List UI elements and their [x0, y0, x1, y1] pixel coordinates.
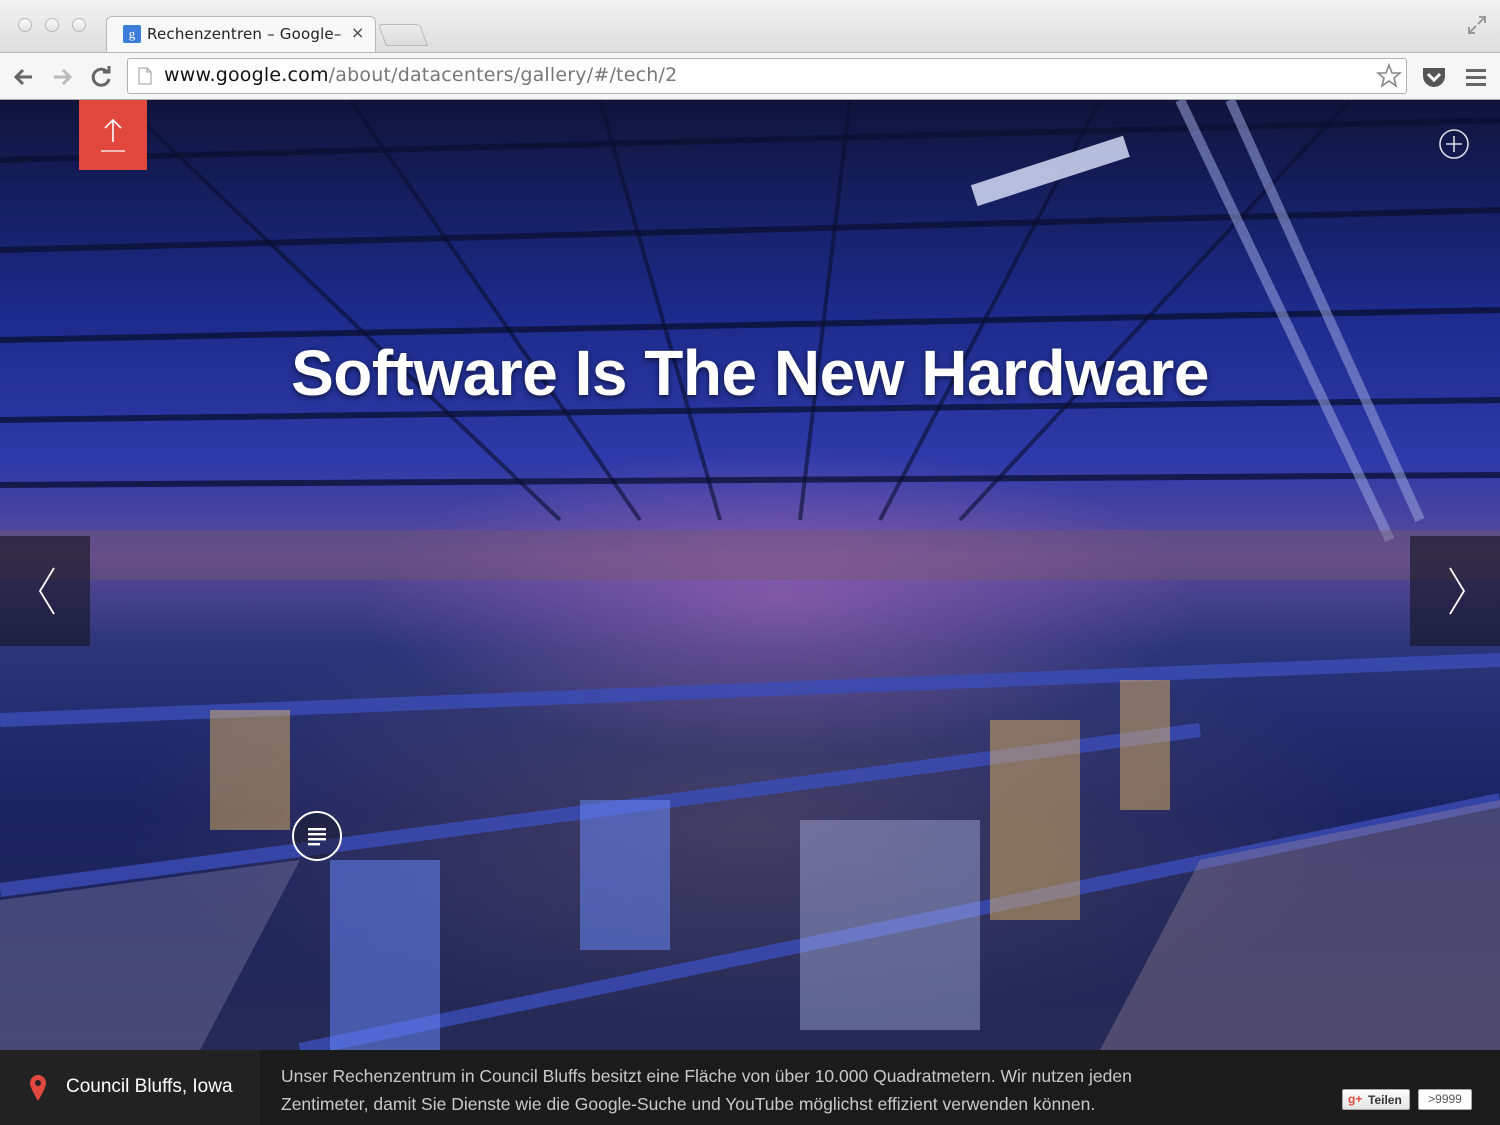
info-list-button[interactable] — [292, 811, 342, 861]
chevron-right-icon — [1449, 567, 1466, 615]
forward-arrow-icon[interactable] — [48, 63, 76, 91]
browser-toolbar: www.google.com/about/datacenters/gallery… — [0, 52, 1500, 100]
list-icon — [308, 828, 326, 846]
google-plus-icon: g+ — [1348, 1092, 1363, 1106]
upload-button[interactable] — [79, 100, 147, 170]
tab-close-icon[interactable]: × — [351, 23, 364, 42]
share-count-badge: >9999 — [1418, 1089, 1472, 1110]
pocket-icon[interactable] — [1421, 65, 1447, 89]
tab-title: Rechenzentren – Google–R — [147, 25, 343, 43]
location-box: Council Bluffs, Iowa — [0, 1050, 260, 1125]
browser-tab-bar: g Rechenzentren – Google–R × — [0, 0, 1500, 52]
gallery-photo — [0, 100, 1500, 1050]
url-host: www.google.com — [164, 64, 329, 86]
google-plus-share-button[interactable]: g+ Teilen — [1342, 1089, 1410, 1110]
page-icon — [138, 67, 152, 85]
window-minimize-button[interactable] — [45, 18, 59, 32]
fullscreen-icon[interactable] — [1466, 14, 1488, 36]
new-tab-button[interactable] — [377, 24, 429, 46]
chevron-left-icon — [38, 567, 55, 615]
caption-bar: Council Bluffs, Iowa Unser Rechenzentrum… — [0, 1050, 1500, 1125]
reload-icon[interactable] — [87, 63, 115, 91]
plus-circle-icon[interactable] — [1438, 128, 1470, 160]
photo-description: Unser Rechenzentrum in Council Bluffs be… — [281, 1066, 1132, 1114]
hamburger-menu-icon[interactable] — [1465, 67, 1487, 87]
back-arrow-icon[interactable] — [10, 63, 38, 91]
datacenter-photo-illustration — [0, 100, 1500, 1050]
window-zoom-button[interactable] — [72, 18, 86, 32]
upload-arrow-icon — [101, 118, 125, 152]
bookmark-star-icon[interactable] — [1376, 63, 1402, 89]
address-bar[interactable]: www.google.com/about/datacenters/gallery… — [127, 58, 1407, 94]
map-pin-icon — [30, 1075, 46, 1101]
browser-tab[interactable]: g Rechenzentren – Google–R × — [106, 16, 376, 52]
location-label: Council Bluffs, Iowa — [66, 1076, 233, 1097]
location-arrow — [240, 1050, 260, 1125]
url-text[interactable]: www.google.com/about/datacenters/gallery… — [164, 64, 677, 86]
share-label: Teilen — [1368, 1093, 1402, 1107]
url-path: /about/datacenters/gallery/#/tech/2 — [328, 64, 678, 86]
next-photo-button[interactable] — [1410, 536, 1500, 646]
photo-headline: Software Is The New Hardware — [291, 337, 1209, 409]
window-close-button[interactable] — [18, 18, 32, 32]
previous-photo-button[interactable] — [0, 536, 90, 646]
google-favicon-icon: g — [123, 25, 141, 43]
